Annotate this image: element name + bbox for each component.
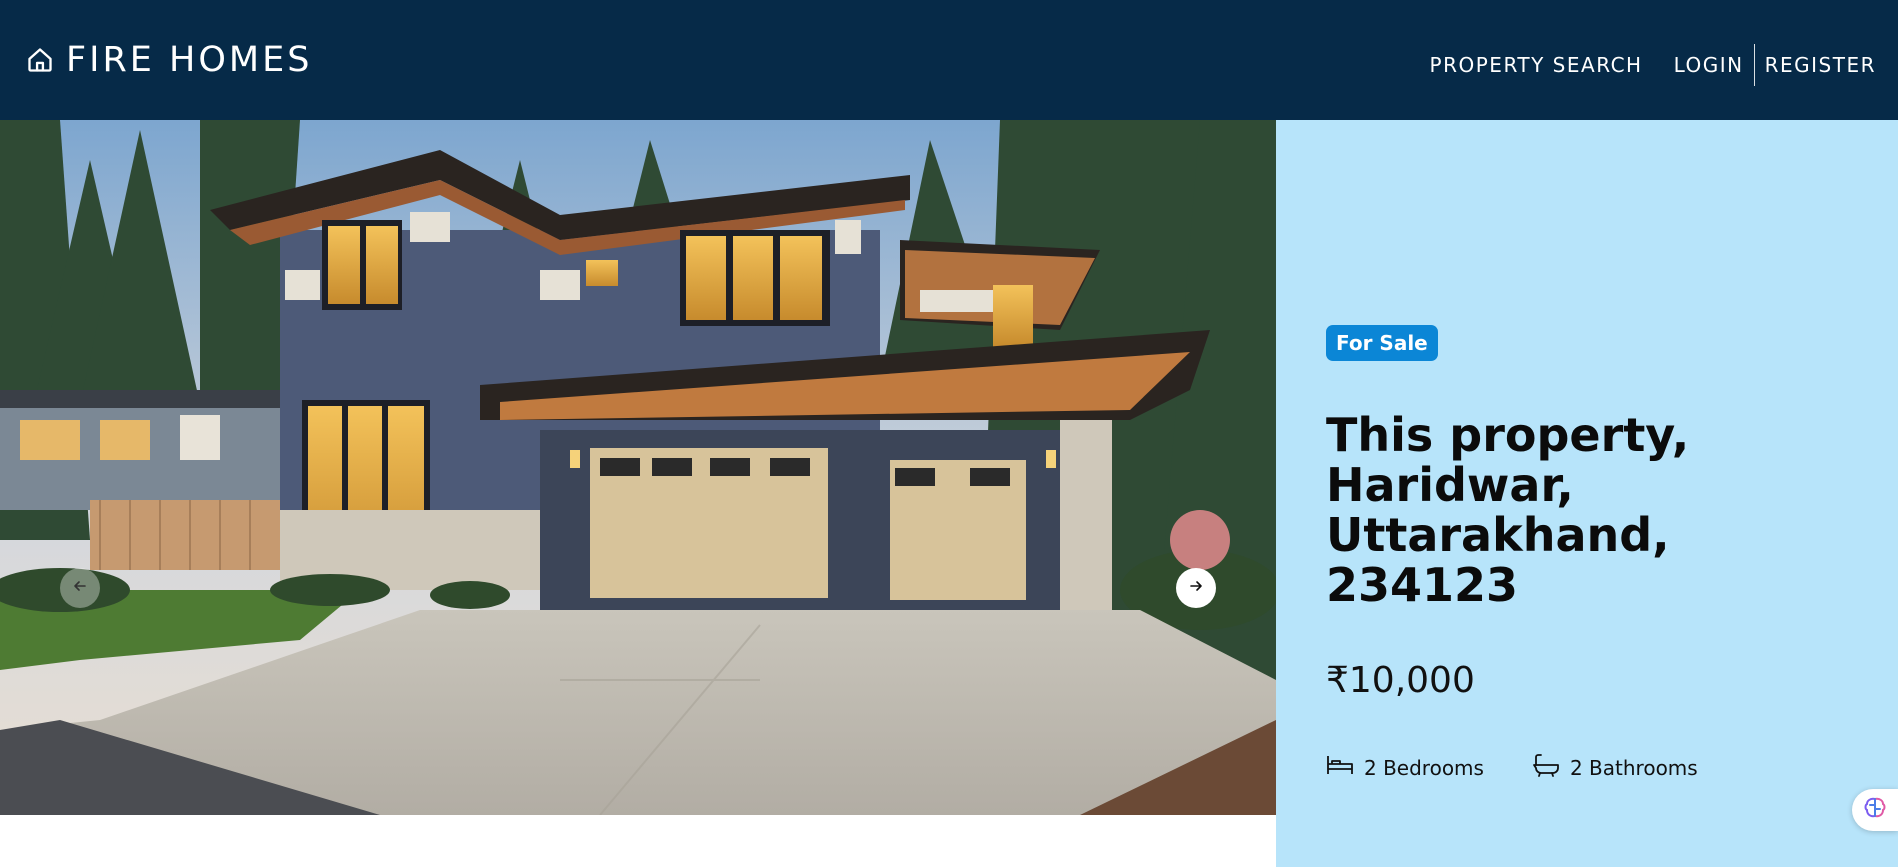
site-header: FIRE HOMES PROPERTY SEARCH LOGIN REGISTE… bbox=[0, 0, 1898, 120]
carousel-next-button[interactable] bbox=[1176, 568, 1216, 608]
main-nav: PROPERTY SEARCH LOGIN REGISTER bbox=[1430, 44, 1876, 86]
property-photo bbox=[0, 120, 1276, 815]
nav-login[interactable]: LOGIN bbox=[1674, 48, 1744, 82]
nav-property-search[interactable]: PROPERTY SEARCH bbox=[1430, 48, 1643, 82]
bed-icon bbox=[1326, 754, 1354, 781]
property-price: ₹10,000 bbox=[1326, 660, 1475, 701]
property-features: 2 Bedrooms 2 Bathrooms bbox=[1326, 753, 1698, 782]
bedrooms-label: 2 Bedrooms bbox=[1364, 755, 1484, 780]
nav-divider bbox=[1753, 44, 1755, 86]
property-image-carousel bbox=[0, 120, 1276, 815]
bathrooms-feature: 2 Bathrooms bbox=[1532, 753, 1698, 782]
home-icon bbox=[26, 46, 54, 74]
assistant-widget-button[interactable] bbox=[1852, 789, 1898, 831]
bedrooms-feature: 2 Bedrooms bbox=[1326, 754, 1484, 781]
status-badge: For Sale bbox=[1326, 325, 1438, 361]
brand-logo-link[interactable]: FIRE HOMES bbox=[26, 38, 312, 82]
brand-name: FIRE HOMES bbox=[66, 40, 313, 80]
property-title: This property, Haridwar, Uttarakhand, 23… bbox=[1326, 408, 1690, 612]
arrow-right-icon bbox=[1188, 578, 1204, 598]
nav-register[interactable]: REGISTER bbox=[1765, 48, 1876, 82]
bathtub-icon bbox=[1532, 753, 1560, 782]
bathrooms-label: 2 Bathrooms bbox=[1569, 755, 1698, 780]
brain-icon bbox=[1862, 795, 1888, 825]
arrow-left-icon bbox=[72, 578, 88, 598]
property-details-panel: For Sale This property, Haridwar, Uttara… bbox=[1276, 120, 1898, 867]
carousel-prev-button[interactable] bbox=[60, 568, 100, 608]
